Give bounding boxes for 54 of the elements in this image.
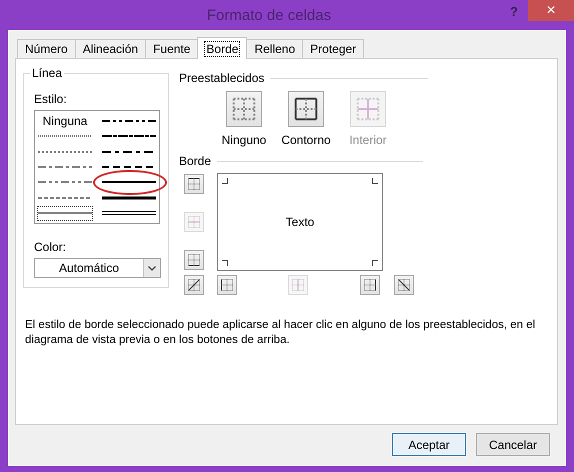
section-title: Preestablecidos — [179, 71, 264, 85]
tab[interactable]: Número — [17, 39, 76, 58]
group-title: Línea — [30, 66, 64, 80]
line-sample-icon — [102, 179, 156, 186]
corner-mark — [222, 178, 228, 184]
section-title: Borde — [179, 154, 212, 168]
field-label: Color: — [34, 240, 68, 254]
dialog-button[interactable]: Cancelar — [476, 433, 550, 456]
chevron-down-icon — [148, 266, 156, 270]
border-preview[interactable]: Texto — [217, 173, 383, 271]
close-button[interactable]: × — [528, 0, 574, 21]
window-title: Formato de celdas — [206, 6, 332, 24]
preset-label: Interior — [349, 133, 387, 147]
line-sample-icon — [38, 164, 92, 170]
tab[interactable]: Borde — [197, 37, 248, 59]
line-sample-icon — [38, 133, 92, 140]
color-dropdown[interactable]: Automático — [34, 258, 161, 278]
border-button[interactable] — [184, 250, 204, 270]
line-sample-icon — [102, 148, 156, 155]
preset-button[interactable] — [288, 91, 324, 127]
border-icon — [186, 176, 202, 192]
description-text: El estilo de borde seleccionado puede aplicarse al hacer clic en alguno de los preestablecidos, en el diagrama de vista previa o en los botones de arriba. — [25, 318, 536, 348]
preview-text: Texto — [286, 215, 314, 229]
tab[interactable]: Proteger — [302, 39, 364, 58]
corner-mark — [372, 260, 378, 266]
border-icon — [362, 277, 378, 293]
border-icon — [219, 277, 235, 293]
line-sample-icon — [102, 164, 156, 170]
line-sample-icon — [38, 194, 92, 201]
line-sample-icon — [102, 194, 156, 201]
dialog-button[interactable]: Aceptar — [392, 433, 466, 456]
border-button[interactable] — [360, 275, 380, 295]
line-sample-icon — [38, 179, 92, 186]
border-button[interactable] — [394, 275, 414, 295]
line-style-option[interactable]: Ninguna — [37, 113, 93, 128]
corner-mark — [222, 260, 228, 266]
line-sample-icon — [102, 118, 156, 124]
border-icon — [186, 252, 202, 268]
line-sample-icon — [38, 148, 92, 155]
border-button[interactable] — [184, 275, 204, 295]
line-sample-icon — [38, 210, 92, 216]
border-icon — [186, 214, 202, 230]
line-sample-icon — [102, 133, 156, 140]
line-style-option[interactable] — [37, 206, 93, 221]
border-button[interactable] — [217, 275, 237, 295]
preset-label: Ninguno — [222, 133, 266, 147]
preset-label: Contorno — [281, 133, 331, 147]
corner-mark — [372, 178, 378, 184]
border-icon — [186, 277, 202, 293]
border-button[interactable] — [184, 174, 204, 194]
line-sample-icon — [102, 210, 156, 216]
border-icon — [290, 277, 306, 293]
border-icon — [396, 277, 412, 293]
field-label: Estilo: — [34, 92, 68, 106]
